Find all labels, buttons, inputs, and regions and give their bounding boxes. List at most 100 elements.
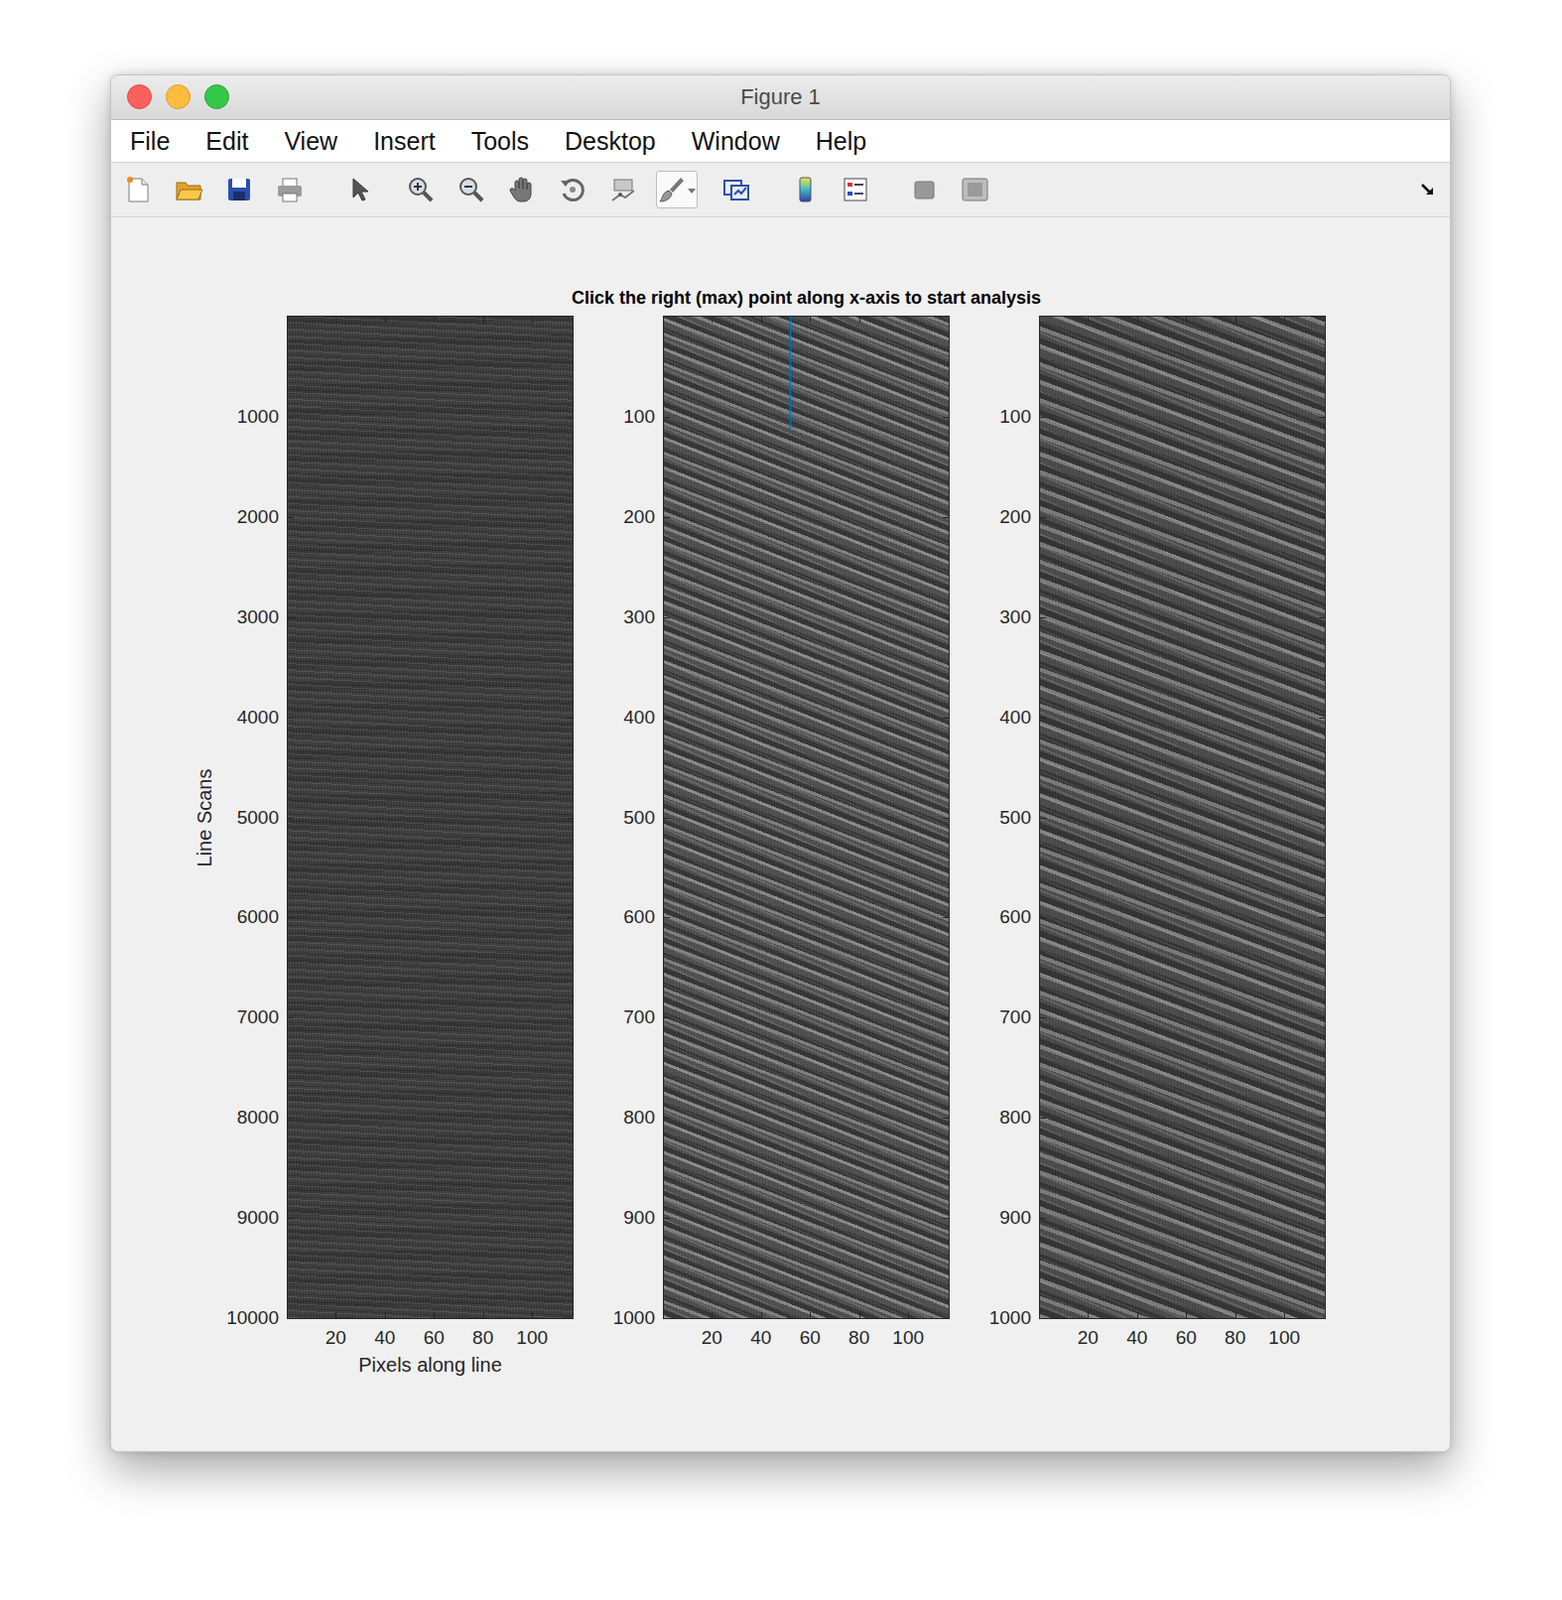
window-controls bbox=[127, 84, 230, 110]
tick-mark bbox=[335, 1311, 337, 1318]
tick-mark bbox=[942, 717, 949, 719]
kymograph-image bbox=[287, 316, 573, 1318]
y-tick-label: 3000 bbox=[237, 606, 279, 629]
y-tick-label: 4000 bbox=[237, 706, 279, 729]
toolbar-button[interactable] bbox=[340, 170, 377, 209]
tick-mark bbox=[663, 1117, 670, 1119]
y-tick-label: 600 bbox=[623, 906, 655, 928]
x-tick-label: 60 bbox=[799, 1326, 821, 1349]
close-button[interactable] bbox=[127, 84, 152, 110]
plot-overlay bbox=[1040, 316, 1325, 1318]
tick-mark bbox=[942, 817, 949, 819]
tick-mark bbox=[711, 316, 713, 323]
tick-mark bbox=[287, 916, 294, 918]
tick-mark bbox=[1087, 1311, 1089, 1318]
menu-item[interactable]: Edit bbox=[205, 127, 249, 156]
menu-item[interactable]: Window bbox=[691, 127, 781, 156]
tick-mark bbox=[942, 416, 949, 418]
pointer-icon bbox=[343, 174, 374, 205]
y-tick-label: 200 bbox=[623, 506, 655, 528]
y-tick-label: 8000 bbox=[237, 1106, 279, 1129]
tick-mark bbox=[531, 316, 533, 323]
y-tick-label: 400 bbox=[623, 706, 655, 729]
tick-mark bbox=[1235, 1311, 1237, 1318]
y-tick-label: 5000 bbox=[237, 806, 279, 829]
figure-title: Click the right (max) point along x-axis… bbox=[286, 286, 1326, 309]
tick-mark bbox=[385, 1311, 387, 1318]
y-tick-label: 300 bbox=[999, 606, 1032, 629]
tick-mark bbox=[908, 316, 910, 323]
toolbar-button[interactable] bbox=[605, 170, 642, 209]
menu-item[interactable]: File bbox=[130, 127, 170, 156]
zoom-out-icon bbox=[456, 174, 487, 205]
plot-overlay bbox=[287, 316, 573, 1318]
toolbar-button[interactable] bbox=[402, 170, 439, 209]
toolbar-button[interactable] bbox=[655, 170, 698, 209]
tick-mark bbox=[1040, 517, 1046, 519]
toolbar-button[interactable] bbox=[453, 170, 490, 209]
tick-mark bbox=[287, 1217, 294, 1219]
y-tick-label: 700 bbox=[999, 1006, 1032, 1029]
tick-mark bbox=[1318, 1217, 1325, 1219]
tick-mark bbox=[566, 1117, 573, 1119]
y-tick-label: 900 bbox=[623, 1206, 655, 1229]
axes[interactable]: 1002003004005006007008009001000204060801… bbox=[1039, 315, 1326, 1319]
dock-arrow-icon[interactable] bbox=[1418, 179, 1438, 200]
tick-mark bbox=[1318, 817, 1325, 819]
menu-item[interactable]: Insert bbox=[373, 127, 436, 156]
x-tick-label: 20 bbox=[701, 1326, 723, 1349]
tick-mark bbox=[1318, 517, 1325, 519]
data-cursor-icon bbox=[608, 174, 639, 205]
menu-item[interactable]: View bbox=[283, 127, 338, 156]
toolbar-button[interactable] bbox=[956, 170, 993, 209]
tick-mark bbox=[433, 1311, 435, 1318]
toolbar-button[interactable] bbox=[718, 170, 755, 209]
toolbar-button[interactable] bbox=[120, 170, 156, 209]
y-tick-label: 200 bbox=[999, 506, 1032, 528]
toolbar-button[interactable] bbox=[554, 170, 591, 209]
menu-item[interactable]: Desktop bbox=[564, 127, 656, 156]
menu-bar: File Edit View Insert Tools Desktop Window Help bbox=[111, 120, 1450, 163]
y-tick-label: 800 bbox=[623, 1106, 655, 1129]
figure-window: Figure 1 File Edit View Insert Tools Desktop Wi… bbox=[110, 74, 1451, 1452]
tick-mark bbox=[566, 1317, 573, 1319]
tick-mark bbox=[663, 617, 670, 619]
toolbar-button[interactable] bbox=[170, 170, 207, 209]
dropdown-arrow-icon[interactable] bbox=[686, 174, 697, 205]
menu-item[interactable]: Help bbox=[815, 127, 867, 156]
axes[interactable]: 1002003004005006007008009001000204060801… bbox=[662, 315, 950, 1319]
tick-mark bbox=[942, 1017, 949, 1019]
tick-mark bbox=[287, 717, 294, 719]
x-tick-label: 100 bbox=[892, 1326, 924, 1349]
toolbar-button[interactable] bbox=[786, 170, 823, 209]
toolbar-button[interactable] bbox=[221, 170, 258, 209]
y-tick-label: 10000 bbox=[226, 1306, 279, 1329]
y-tick-label: 1000 bbox=[237, 405, 279, 428]
x-tick-label: 60 bbox=[1175, 1326, 1197, 1349]
toolbar-button[interactable] bbox=[271, 170, 308, 209]
x-tick-label: 40 bbox=[750, 1326, 772, 1349]
toolbar-button[interactable] bbox=[906, 170, 942, 209]
tick-mark bbox=[531, 1311, 533, 1318]
x-axis-label: Pixels along line bbox=[358, 1353, 503, 1377]
minimize-button[interactable] bbox=[165, 84, 191, 110]
axes[interactable]: 1000200030004000500060007000800090001000… bbox=[286, 315, 574, 1319]
toolbar-button[interactable] bbox=[504, 170, 540, 209]
tick-mark bbox=[1318, 916, 1325, 918]
tick-mark bbox=[566, 1217, 573, 1219]
toolbar-button[interactable] bbox=[837, 170, 874, 209]
y-tick-label: 400 bbox=[999, 706, 1032, 729]
save-icon bbox=[224, 174, 255, 205]
menu-item[interactable]: Tools bbox=[471, 127, 529, 156]
show-plot-tools-icon bbox=[959, 174, 990, 205]
x-tick-label: 80 bbox=[848, 1326, 870, 1349]
zoom-button[interactable] bbox=[204, 84, 230, 110]
title-bar[interactable]: Figure 1 bbox=[111, 75, 1450, 121]
tick-mark bbox=[1318, 1317, 1325, 1319]
desktop: Figure 1 File Edit View Insert Tools Desktop Wi… bbox=[0, 0, 1562, 1600]
y-tick-label: 500 bbox=[999, 806, 1032, 829]
tick-mark bbox=[663, 916, 670, 918]
x-tick-label: 40 bbox=[1126, 1326, 1148, 1349]
tick-mark bbox=[483, 316, 485, 323]
tick-mark bbox=[287, 517, 294, 519]
